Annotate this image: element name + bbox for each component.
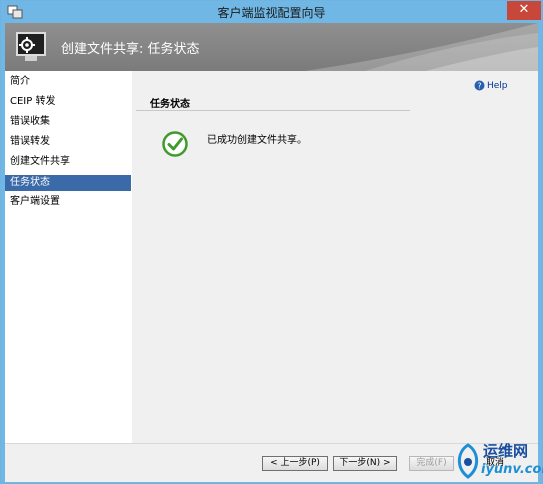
success-check-icon <box>162 131 188 157</box>
window-title: 客户端监视配置向导 <box>217 6 326 20</box>
next-button[interactable]: 下一步(N) > <box>333 456 397 471</box>
help-link[interactable]: ? Help <box>474 80 508 91</box>
sidebar-item-intro[interactable]: 简介 <box>5 74 131 90</box>
main-content: ? Help 任务状态 已成功创建文件共享。 <box>132 71 538 443</box>
wizard-header: 创建文件共享: 任务状态 <box>5 23 538 72</box>
site-watermark: 运维网 iyunv.com <box>453 438 543 483</box>
header-decoration <box>305 23 538 71</box>
close-button[interactable]: ✕ <box>507 1 541 20</box>
section-divider <box>136 110 410 111</box>
sidebar-item-error-forwarding[interactable]: 错误转发 <box>5 134 131 150</box>
gear-monitor-icon <box>16 32 46 61</box>
help-label: Help <box>487 81 508 91</box>
sidebar-item-create-file-share[interactable]: 创建文件共享 <box>5 154 131 170</box>
watermark-line2: iyunv.com <box>481 462 543 477</box>
title-bar[interactable]: 客户端监视配置向导 ✕ <box>1 1 542 23</box>
watermark-line1: 运维网 <box>483 442 529 460</box>
watermark-logo-icon <box>457 443 479 479</box>
sidebar-item-client-settings[interactable]: 客户端设置 <box>5 194 131 210</box>
sidebar-item-ceip-forwarding[interactable]: CEIP 转发 <box>5 94 131 110</box>
section-title: 任务状态 <box>150 99 190 110</box>
sidebar-item-error-collection[interactable]: 错误收集 <box>5 114 131 130</box>
page-title: 创建文件共享: 任务状态 <box>61 42 200 57</box>
status-message: 已成功创建文件共享。 <box>207 135 307 146</box>
finish-button[interactable]: 完成(F) <box>409 456 454 471</box>
wizard-window: 客户端监视配置向导 ✕ 创建文件共享: 任务状态 简介 CEIP 转发 错误收集… <box>0 0 543 484</box>
wizard-steps-sidebar: 简介 CEIP 转发 错误收集 错误转发 创建文件共享 任务状态 客户端设置 <box>5 71 133 443</box>
svg-text:?: ? <box>477 82 481 91</box>
sidebar-item-task-status[interactable]: 任务状态 <box>5 175 131 191</box>
previous-button[interactable]: < 上一步(P) <box>262 456 328 471</box>
help-icon: ? <box>474 80 485 91</box>
